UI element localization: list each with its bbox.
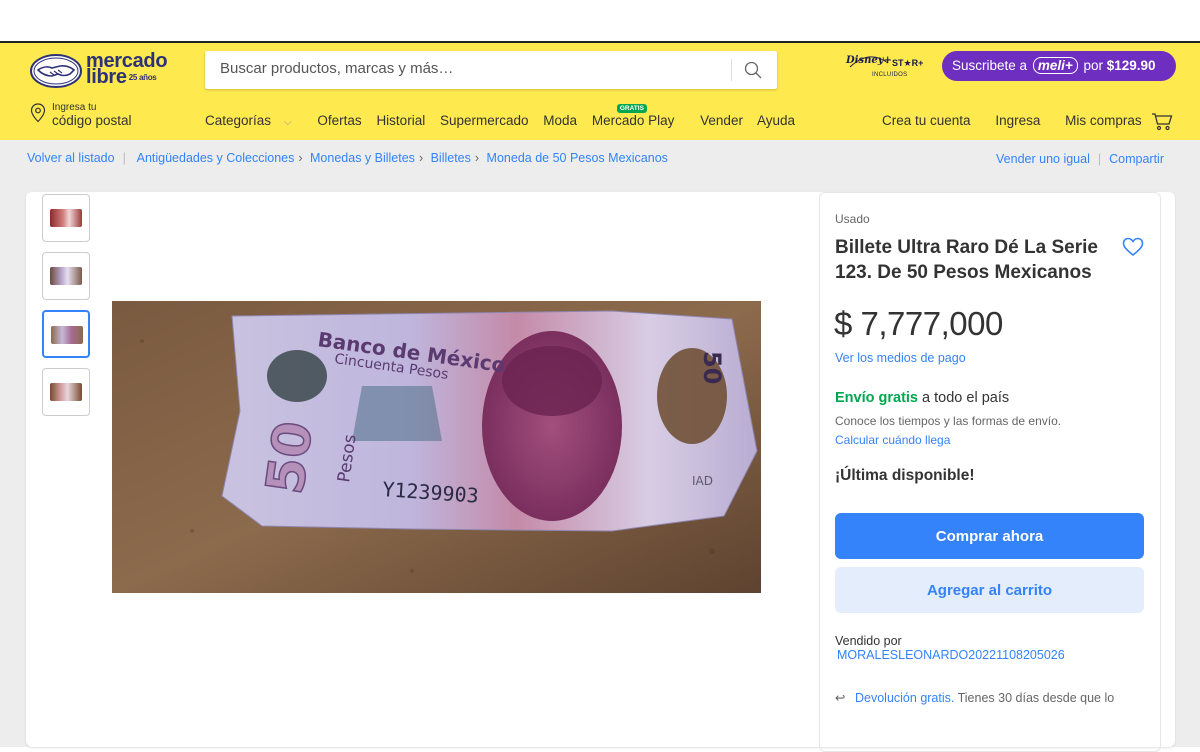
meli-subscribe-button[interactable]: Suscribete a meli+ por $129.90 bbox=[942, 51, 1176, 81]
disney-star-badge: Disney+ ST★R+ INCLUIDOS bbox=[846, 53, 936, 83]
breadcrumb-item[interactable]: Monedas y Billetes bbox=[310, 151, 415, 165]
add-to-cart-button[interactable]: Agregar al carrito bbox=[835, 567, 1144, 613]
location-line2: código postal bbox=[52, 113, 132, 128]
shipping-scope: a todo el país bbox=[922, 390, 1010, 406]
gratis-badge: GRATIS bbox=[616, 104, 647, 113]
breadcrumb-back-link[interactable]: Volver al listado bbox=[27, 151, 115, 165]
thumbnail-image bbox=[50, 267, 82, 285]
return-info: ↩ Devolución gratis. Tienes 30 días desde… bbox=[835, 690, 1114, 705]
payment-methods-link[interactable]: Ver los medios de pago bbox=[835, 351, 966, 365]
nav-categorias-label: Categorías bbox=[205, 113, 272, 128]
buy-now-button[interactable]: Comprar ahora bbox=[835, 513, 1144, 559]
nav-ofertas[interactable]: Ofertas bbox=[317, 113, 361, 128]
breadcrumb-divider: | bbox=[122, 151, 126, 165]
sold-by-label: Vendido por bbox=[835, 634, 902, 648]
disney-label: Disney+ bbox=[846, 55, 892, 66]
thumbnail-4[interactable] bbox=[42, 368, 90, 416]
location-line1: Ingresa tu bbox=[52, 102, 97, 113]
product-price: $ 7,777,000 bbox=[834, 305, 1003, 342]
header: mercado libre25 años Disney+ ST★R+ INCLU… bbox=[0, 41, 1200, 140]
nav-mercado-play[interactable]: GRATIS Mercado Play bbox=[591, 104, 686, 128]
breadcrumb: Volver al listado | Antigüedades y Colecc… bbox=[27, 151, 668, 165]
logo-text: mercado libre 25 años bbox=[86, 51, 168, 88]
banknote-value-corner: 50 bbox=[698, 351, 726, 384]
cart-icon[interactable] bbox=[1151, 111, 1173, 131]
subscribe-prefix: Suscribete a bbox=[952, 58, 1028, 73]
heart-icon[interactable] bbox=[1122, 237, 1144, 257]
nav-crea-cuenta[interactable]: Crea tu cuenta bbox=[882, 113, 971, 128]
sell-same-link[interactable]: Vender uno igual bbox=[996, 152, 1090, 166]
product-main-image[interactable]: Banco de México Cincuenta Pesos 50 Pesos… bbox=[112, 301, 761, 593]
thumbnail-1[interactable] bbox=[42, 194, 90, 242]
product-title: Billete Ultra Raro Dé La Serie 123. De 5… bbox=[835, 237, 1098, 283]
free-shipping-label: Envío gratis bbox=[835, 390, 918, 406]
thumbnail-image bbox=[50, 209, 82, 227]
nav-categorias[interactable]: Categorías ⌵ bbox=[205, 113, 303, 128]
thumbnail-3[interactable] bbox=[42, 310, 90, 358]
logo-anniversary-tag: 25 años bbox=[128, 73, 157, 82]
breadcrumb-item[interactable]: Billetes bbox=[431, 151, 471, 165]
condition-label: Usado bbox=[835, 212, 870, 226]
breadcrumb-item[interactable]: Antigüedades y Colecciones bbox=[137, 151, 295, 165]
breadcrumb-actions: Vender uno igual | Compartir bbox=[996, 152, 1164, 166]
meli-plus-promo[interactable]: Disney+ ST★R+ INCLUIDOS Suscribete a mel… bbox=[840, 51, 1176, 85]
nav-ingresa[interactable]: Ingresa bbox=[995, 113, 1040, 128]
breadcrumb-actions-divider: | bbox=[1097, 152, 1102, 166]
share-link[interactable]: Compartir bbox=[1109, 152, 1164, 166]
top-gap bbox=[0, 0, 1200, 41]
main-nav: Categorías ⌵ Ofertas Historial Supermerca… bbox=[205, 104, 806, 128]
nav-mercado-play-label: Mercado Play bbox=[591, 113, 675, 128]
nav-ayuda[interactable]: Ayuda bbox=[757, 113, 795, 128]
search-bar bbox=[205, 51, 777, 89]
search-input[interactable] bbox=[220, 60, 720, 77]
nav-historial[interactable]: Historial bbox=[376, 113, 425, 128]
location-pin-icon bbox=[30, 103, 46, 123]
return-arrow-icon: ↩ bbox=[835, 691, 846, 705]
star-label: ST★R+ bbox=[892, 58, 924, 68]
return-text: Tienes 30 días desde que lo bbox=[957, 691, 1115, 705]
buy-box: Usado Billete Ultra Raro Dé La Serie 123… bbox=[819, 192, 1161, 752]
calculate-delivery-link[interactable]: Calcular cuándo llega bbox=[835, 433, 950, 447]
chevron-right-icon: › bbox=[474, 151, 480, 165]
included-label: INCLUIDOS bbox=[872, 72, 908, 78]
subscribe-por: por bbox=[1083, 58, 1103, 73]
stock-status: ¡Última disponible! bbox=[835, 467, 975, 484]
free-return-link[interactable]: Devolución gratis. bbox=[855, 691, 954, 705]
search-divider bbox=[731, 59, 732, 81]
breadcrumb-item[interactable]: Moneda de 50 Pesos Mexicanos bbox=[487, 151, 668, 165]
banknote-series: IAD bbox=[692, 474, 713, 488]
chevron-right-icon: › bbox=[418, 151, 424, 165]
subscribe-price: $129.90 bbox=[1106, 58, 1156, 73]
thumbnail-2[interactable] bbox=[42, 252, 90, 300]
thumbnail-image bbox=[51, 326, 83, 344]
nav-moda[interactable]: Moda bbox=[543, 113, 577, 128]
nav-supermercado[interactable]: Supermercado bbox=[440, 113, 529, 128]
nav-mis-compras[interactable]: Mis compras bbox=[1065, 113, 1142, 128]
shipping-info: Envío gratis a todo el país bbox=[835, 390, 1009, 406]
mercadolibre-logo[interactable]: mercado libre 25 años bbox=[30, 51, 170, 89]
chevron-right-icon: › bbox=[298, 151, 303, 165]
nav-vender[interactable]: Vender bbox=[700, 113, 743, 128]
shipping-subtext: Conoce los tiempos y las formas de envío… bbox=[835, 414, 1062, 428]
meli-plus-chip: meli+ bbox=[1032, 57, 1078, 74]
handshake-logo-icon bbox=[30, 54, 82, 88]
search-icon[interactable] bbox=[743, 60, 763, 80]
product-card: Banco de México Cincuenta Pesos 50 Pesos… bbox=[26, 192, 1175, 752]
thumbnail-image bbox=[50, 383, 82, 401]
banknote-value-large: 50 bbox=[255, 418, 324, 498]
logo-line2: libre bbox=[86, 66, 127, 88]
chevron-down-icon: ⌵ bbox=[284, 117, 292, 128]
seller-link[interactable]: MORALESLEONARDO20221108205026 bbox=[837, 648, 1065, 662]
banknote-photo: Banco de México Cincuenta Pesos 50 Pesos… bbox=[112, 301, 761, 593]
user-nav: Crea tu cuenta Ingresa Mis compras bbox=[882, 113, 1163, 128]
breadcrumb-bar: Volver al listado | Antigüedades y Colecc… bbox=[0, 140, 1200, 178]
